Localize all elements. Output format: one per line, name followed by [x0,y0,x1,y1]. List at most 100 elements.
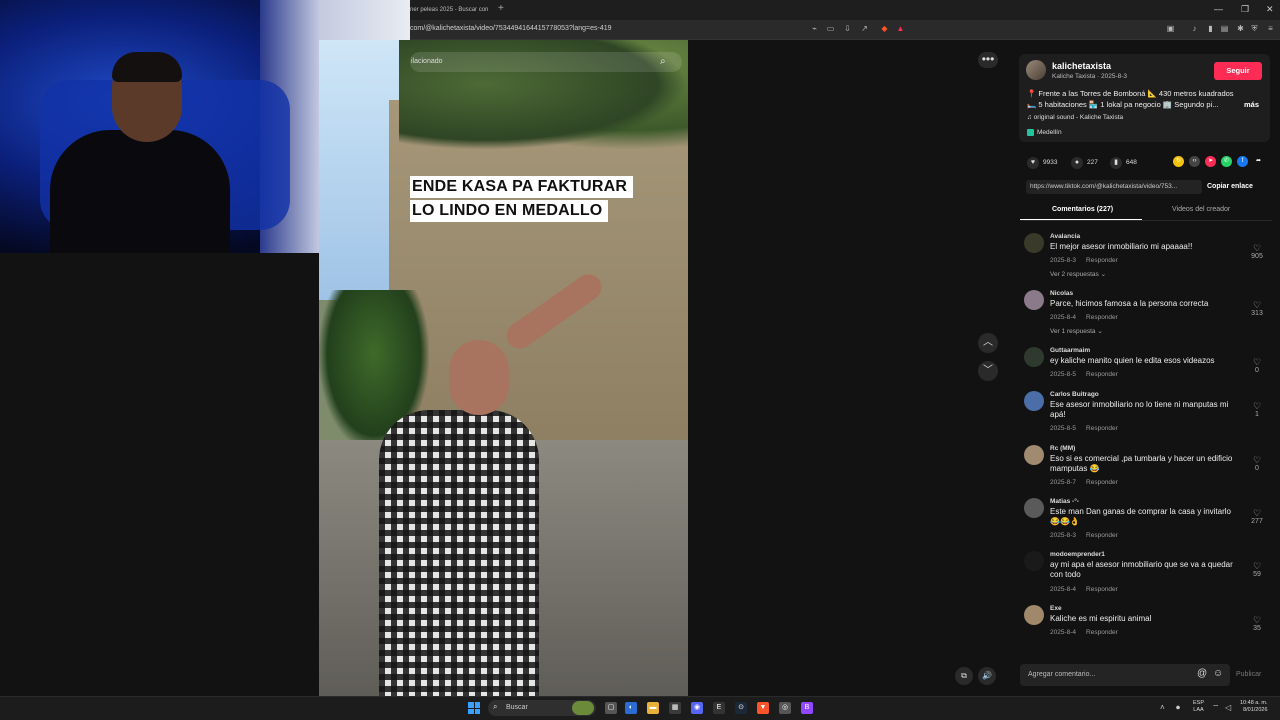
share-page-icon[interactable]: ↗ [860,24,869,33]
comment-user[interactable]: Carlos Buitrago [1050,391,1099,398]
search-icon[interactable]: ⌕ [660,56,672,68]
maximize-button[interactable]: ❐ [1241,4,1249,15]
avatar[interactable] [1024,445,1044,465]
author-avatar[interactable] [1026,60,1046,80]
menu-icon[interactable]: ≡ [1266,24,1275,33]
clock[interactable]: 10:48 a. m. 8/01/2026 [1240,700,1268,714]
location-text[interactable]: Medellín [1037,129,1062,136]
reply-button[interactable]: Responder [1086,586,1118,593]
likes-stat[interactable]: ♥ 9933 [1027,157,1057,169]
avatar[interactable] [1024,498,1044,518]
embed-share-icon[interactable]: ‹› [1189,156,1200,167]
copy-link-button[interactable]: Copiar enlace [1207,183,1253,190]
wifi-icon[interactable]: ⌔ [1212,703,1220,713]
windows-start-icon[interactable] [468,702,480,714]
music-icon[interactable]: ♪ [1190,24,1199,33]
reply-button[interactable]: Responder [1086,532,1118,539]
send-share-icon[interactable]: ➤ [1205,156,1216,167]
previous-video-button[interactable]: ︿ [978,333,998,353]
panel-icon[interactable]: ▮ [1206,24,1215,33]
minimize-button[interactable]: — [1214,4,1223,14]
avatar[interactable] [1024,391,1044,411]
comment-user[interactable]: Avalancia [1050,233,1080,240]
author-name[interactable]: kalichetaxista [1052,61,1111,71]
comment-user[interactable]: Guttaarmaim [1050,347,1090,354]
tab-creator-videos[interactable]: Videos del creador [1172,206,1230,213]
reply-button[interactable]: Responder [1086,314,1118,321]
url-text[interactable]: com/@kalichetaxista/video/75344941644157… [410,25,612,32]
epic-games-icon[interactable]: E [713,702,725,714]
avatar[interactable] [1024,290,1044,310]
avatar[interactable] [1024,347,1044,367]
sound-link[interactable]: ♫ original sound - Kaliche Taxista [1027,114,1123,121]
view-replies-button[interactable]: Ver 1 respuesta ⌄ [1050,327,1103,335]
comment-user[interactable]: Rc (MM) [1050,445,1075,452]
twitch-bot-icon[interactable]: B [801,702,813,714]
comment-user[interactable]: Nicolas [1050,290,1073,297]
rewards-icon[interactable]: ▲ [896,24,905,33]
tray-chevron-icon[interactable]: ˄ [1160,703,1165,712]
comment-text: Este man Dan ganas de comprar la casa y … [1050,507,1231,526]
follow-button[interactable]: Seguir [1214,62,1262,80]
video-search-overlay[interactable] [410,52,682,72]
comments-stat[interactable]: ● 227 [1071,157,1098,169]
translate-icon[interactable]: ⌁ [810,24,819,33]
more-share-icon[interactable]: ➦ [1253,156,1264,167]
avatar[interactable] [1024,551,1044,571]
browser-tab[interactable]: ner peleas 2025 - Buscar con [410,2,492,20]
video-search-text[interactable]: ilacionado [411,58,443,65]
share-link-field[interactable]: https://www.tiktok.com/@kalichetaxista/v… [1026,180,1202,194]
vpn-icon[interactable]: ⛨ [1250,24,1259,33]
discord-icon[interactable]: ◉ [691,702,703,714]
mention-icon[interactable]: @ [1197,668,1207,679]
saves-stat[interactable]: ▮ 648 [1110,157,1137,169]
reply-button[interactable]: Responder [1086,371,1118,378]
comment-user[interactable]: Exe [1050,605,1062,612]
new-tab-button[interactable]: + [498,3,504,14]
wallet-icon[interactable]: ▤ [1220,24,1229,33]
publish-button[interactable]: Publicar [1236,671,1261,678]
reply-button[interactable]: Responder [1086,257,1118,264]
widget-icon[interactable] [572,701,594,715]
comment-likes: 905 [1251,253,1263,260]
sidebar-icon[interactable]: ▣ [1166,24,1175,33]
obs-icon[interactable]: ◎ [779,702,791,714]
brave-icon[interactable]: ▼ [757,702,769,714]
picture-in-picture-button[interactable]: ⧉ [955,667,973,685]
repost-share-icon[interactable]: ↻ [1173,156,1184,167]
emoji-icon[interactable]: ☺ [1213,668,1223,679]
task-view-icon[interactable]: ▢ [605,702,617,714]
whatsapp-share-icon[interactable]: ✆ [1221,156,1232,167]
location-tag[interactable]: Medellín [1027,129,1062,136]
comment-meta: 2025-8-3 Responder [1050,532,1118,539]
steam-icon[interactable]: ⊙ [735,702,747,714]
tab-comments[interactable]: Comentarios (227) [1052,206,1113,213]
more-options-icon[interactable]: ••• [978,52,998,68]
download-icon[interactable]: ⇩ [843,24,852,33]
volume-button[interactable]: 🔊 [978,667,996,685]
copilot-icon[interactable]: ◐ [625,702,637,714]
reply-button[interactable]: Responder [1086,629,1118,636]
extensions-icon[interactable]: ✱ [1236,24,1245,33]
brave-shield-icon[interactable]: ◆ [880,24,889,33]
store-icon[interactable]: ▦ [669,702,681,714]
avatar[interactable] [1024,605,1044,625]
next-video-button[interactable]: ﹀ [978,361,998,381]
facebook-share-icon[interactable]: f [1237,156,1248,167]
more-link[interactable]: más [1244,100,1259,109]
tab-divider [1020,220,1272,221]
reply-button[interactable]: Responder [1086,479,1118,486]
comment-likes: 0 [1255,367,1259,374]
cast-icon[interactable]: ▭ [826,24,835,33]
close-window-button[interactable]: ✕ [1266,4,1274,15]
speaker-icon[interactable]: ◁ [1225,703,1231,712]
video-player[interactable] [319,40,688,696]
view-replies-button[interactable]: Ver 2 respuestas ⌄ [1050,270,1106,278]
language-indicator[interactable]: ESP LAA [1193,700,1204,714]
file-explorer-icon[interactable]: ▬ [647,702,659,714]
reply-button[interactable]: Responder [1086,425,1118,432]
comment-user[interactable]: modoemprender1 [1050,551,1105,558]
avatar[interactable] [1024,233,1044,253]
comment-user[interactable]: Matias -°- [1050,498,1079,505]
microphone-icon[interactable]: ⏺ [1176,703,1180,713]
